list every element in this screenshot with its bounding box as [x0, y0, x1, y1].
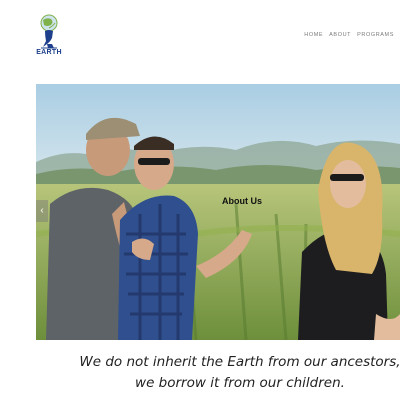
hero-photo-illustration: [36, 84, 400, 340]
site-logo[interactable]: EARTH: [34, 14, 64, 58]
nav-programs-link[interactable]: PROGRAMS: [357, 32, 394, 38]
quote-text: We do not inherit the Earth from our anc…: [79, 354, 400, 391]
chevron-left-icon: ‹: [40, 205, 44, 216]
hero-title: About Us: [222, 196, 262, 206]
nav-home-link[interactable]: HOME: [304, 32, 323, 38]
logo-text: EARTH: [36, 49, 62, 56]
nav-about-link[interactable]: ABOUT: [329, 32, 351, 38]
page: EARTH HOME ABOUT PROGRAMS ‹ About Us We …: [0, 0, 400, 400]
hero-image: [36, 84, 400, 340]
globe-person-logo-icon: [40, 14, 58, 49]
main-nav: HOME ABOUT PROGRAMS: [304, 32, 394, 38]
slider-prev-button[interactable]: ‹: [36, 200, 48, 222]
